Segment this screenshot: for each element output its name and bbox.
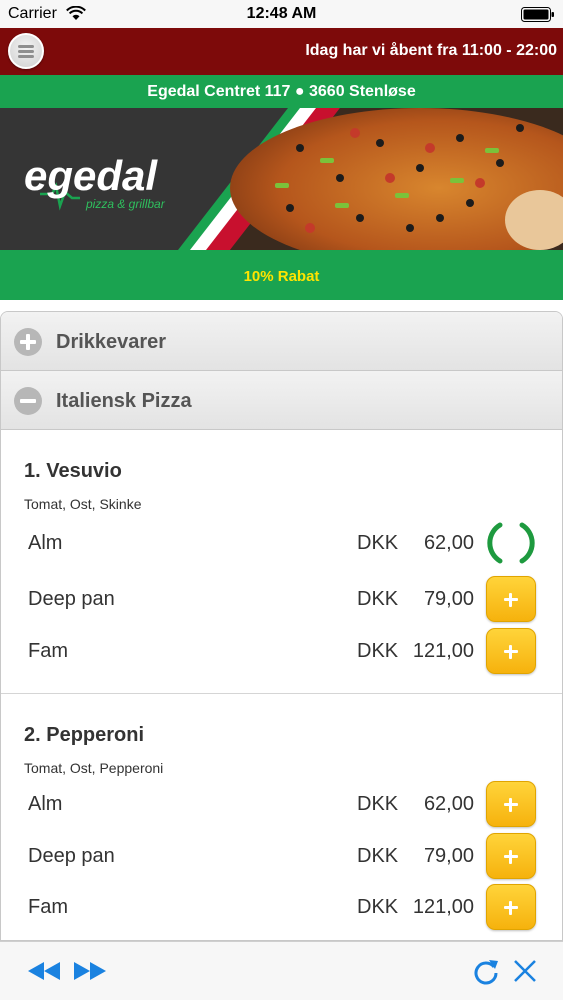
address-bar: Egedal Centret 117 ● 3660 Stenløse: [0, 75, 563, 108]
variant-name: Deep pan: [28, 845, 115, 867]
category-drikkevarer[interactable]: Drikkevarer: [1, 312, 562, 371]
product-pepperoni: 2. Pepperoni Tomat, Ost, Pepperoni Alm D…: [1, 694, 562, 940]
status-time: 12:48 AM: [246, 5, 317, 22]
category-italiensk-pizza[interactable]: Italiensk Pizza: [1, 371, 562, 430]
variant-currency: DKK: [357, 640, 399, 662]
back-icon[interactable]: [26, 960, 62, 982]
variant-name: Alm: [28, 793, 63, 815]
forward-icon[interactable]: [72, 960, 108, 982]
variant-price: 121,00: [412, 640, 474, 662]
add-to-cart-button[interactable]: [486, 576, 536, 622]
browser-toolbar: [0, 941, 563, 1000]
variant-name: Deep pan: [28, 588, 115, 610]
variant-row: Deep pan DKK 79,00: [1, 832, 562, 880]
variant-price: 79,00: [423, 845, 474, 867]
close-icon[interactable]: [512, 958, 538, 984]
variant-price: 79,00: [423, 588, 474, 610]
product-vesuvio: 1. Vesuvio Tomat, Ost, Skinke Alm DKK 62…: [1, 430, 562, 694]
product-name: 2. Pepperoni: [24, 724, 145, 746]
variant-row: Fam DKK 121,00: [1, 883, 562, 931]
variant-row: Deep pan DKK 79,00: [1, 575, 562, 623]
reload-icon[interactable]: [472, 957, 500, 985]
variant-name: Fam: [28, 896, 68, 918]
variant-price: 121,00: [412, 896, 474, 918]
hamburger-icon: [18, 45, 34, 58]
restaurant-banner: egedal pizza & grillbar: [0, 108, 563, 250]
variant-currency: DKK: [357, 793, 399, 815]
category-label: Italiensk Pizza: [56, 390, 192, 412]
add-to-cart-button[interactable]: [486, 833, 536, 879]
battery-icon: [521, 7, 554, 22]
loading-spinner-icon: [487, 522, 535, 564]
add-to-cart-button[interactable]: [486, 628, 536, 674]
banner-logo-text: egedal: [24, 152, 158, 199]
add-to-cart-button[interactable]: [486, 781, 536, 827]
expand-icon: [14, 328, 42, 356]
app-header: Idag har vi åbent fra 11:00 - 22:00: [0, 28, 563, 75]
product-description: Tomat, Ost, Pepperoni: [24, 760, 164, 776]
variant-currency: DKK: [357, 896, 399, 918]
variant-row: Fam DKK 121,00: [1, 627, 562, 675]
variant-currency: DKK: [357, 588, 399, 610]
menu-button[interactable]: [8, 33, 44, 69]
product-description: Tomat, Ost, Skinke: [24, 496, 142, 512]
add-to-cart-button[interactable]: [486, 884, 536, 930]
category-label: Drikkevarer: [56, 331, 167, 353]
variant-row: Alm DKK 62,00: [1, 780, 562, 828]
variant-price: 62,00: [423, 532, 474, 554]
discount-banner: 10% Rabat: [0, 250, 563, 300]
variant-name: Fam: [28, 640, 68, 662]
product-name: 1. Vesuvio: [24, 460, 122, 482]
collapse-icon: [14, 387, 42, 415]
variant-currency: DKK: [357, 532, 399, 554]
menu-panel: Drikkevarer Italiensk Pizza 1. Vesuvio T…: [0, 311, 563, 941]
banner-logo-subtitle: pizza & grillbar: [85, 197, 166, 211]
variant-name: Alm: [28, 532, 63, 554]
opening-hours: Idag har vi åbent fra 11:00 - 22:00: [305, 42, 557, 59]
variant-price: 62,00: [423, 793, 474, 815]
variant-currency: DKK: [357, 845, 399, 867]
banner-graphic: egedal pizza & grillbar: [0, 108, 563, 250]
status-bar: Carrier 12:48 AM: [0, 0, 563, 28]
variant-row: Alm DKK 62,00: [1, 519, 562, 567]
